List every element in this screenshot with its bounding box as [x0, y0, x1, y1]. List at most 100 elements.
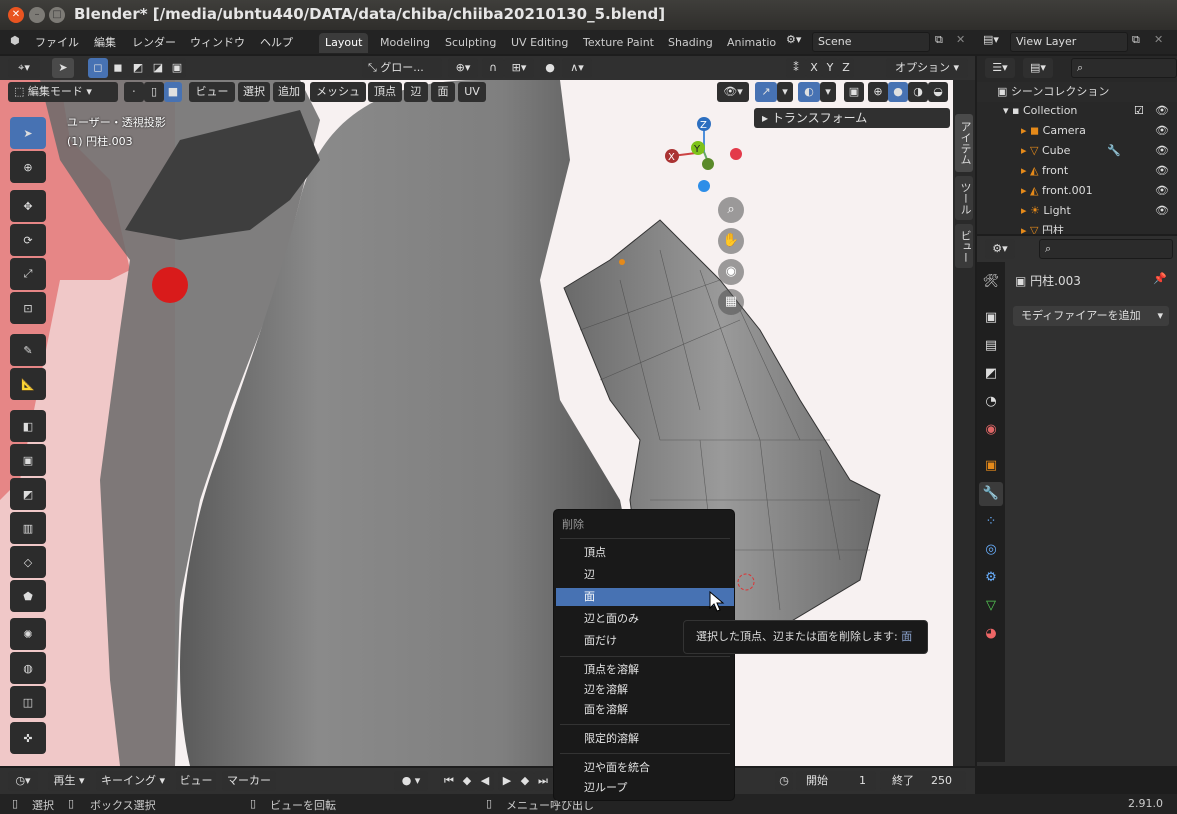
minimize-window-button[interactable]: – — [29, 7, 45, 23]
overlay-toggle-icon[interactable]: ◐ — [798, 82, 820, 102]
menu-add[interactable]: 追加 — [273, 82, 305, 102]
delete-vertices-item[interactable]: 頂点 — [556, 544, 734, 562]
edge-slide-tool-icon[interactable]: ◫ — [10, 686, 46, 718]
edge-loops-item[interactable]: 辺ループ — [556, 779, 734, 797]
outliner-item-light[interactable]: ▸ ☀ Light 👁 — [977, 201, 1177, 221]
proportional-edit-icon[interactable]: ● — [540, 58, 560, 78]
bevel-tool-icon[interactable]: ◩ — [10, 478, 46, 510]
select-mode-invert-icon[interactable]: ◪ — [148, 58, 168, 78]
next-keyframe-icon[interactable]: ◆ — [516, 771, 534, 791]
snap-icon[interactable]: ∩ — [482, 58, 504, 78]
menu-vertex[interactable]: 頂点 — [368, 82, 402, 102]
tab-animation[interactable]: Animatio — [721, 33, 782, 53]
menu-help[interactable]: ヘルプ — [260, 34, 293, 50]
world-tab-icon[interactable]: ◉ — [979, 418, 1003, 442]
select-mode-extend-icon[interactable]: ◼ — [108, 58, 128, 78]
wireframe-shading-icon[interactable]: ⊕ — [868, 82, 888, 102]
gizmo-dropdown-icon[interactable]: ▾ — [777, 82, 793, 102]
scene-icon[interactable]: ⚙▾ — [786, 33, 801, 46]
play-reverse-icon[interactable]: ◀ — [476, 771, 494, 791]
outliner-item-cube[interactable]: ▸ ▽ Cube 🔧 👁 — [977, 141, 1177, 161]
mirror-x-toggle[interactable]: X — [806, 58, 822, 78]
menu-edit[interactable]: 編集 — [94, 34, 116, 50]
view-layer-field[interactable]: View Layer — [1010, 32, 1128, 52]
mirror-z-toggle[interactable]: Z — [838, 58, 854, 78]
eye-icon[interactable]: 👁 — [1155, 141, 1169, 161]
material-shading-icon[interactable]: ◑ — [908, 82, 928, 102]
start-frame-field[interactable]: 開始 1 — [796, 771, 876, 791]
select-mode-new-icon[interactable]: ◻ — [88, 58, 108, 78]
3d-viewport[interactable]: ユーザー・透視投影 (1) 円柱.003 Z X Y ⌕ ✋ ◉ ▦ — [0, 80, 953, 766]
tab-uv-editing[interactable]: UV Editing — [505, 33, 574, 53]
tab-layout[interactable]: Layout — [319, 33, 369, 53]
menu-edge[interactable]: 辺 — [404, 82, 428, 102]
remove-scene-icon[interactable]: ✕ — [956, 33, 965, 46]
select-box-tool-icon[interactable]: ➤ — [10, 117, 46, 149]
knife-tool-icon[interactable]: ◇ — [10, 546, 46, 578]
copy-scene-icon[interactable]: ⧉ — [935, 33, 943, 47]
outliner-editor-type-icon[interactable]: ☰▾ — [985, 58, 1015, 78]
eye-icon[interactable]: 👁 — [1155, 101, 1169, 121]
scene-name-field[interactable]: Scene — [812, 32, 930, 52]
material-tab-icon[interactable]: ◕ — [979, 622, 1003, 646]
output-tab-icon[interactable]: ▤ — [979, 334, 1003, 358]
annotate-tool-icon[interactable]: ✎ — [10, 334, 46, 366]
solid-shading-icon[interactable]: ● — [888, 82, 908, 102]
select-mode-subtract-icon[interactable]: ◩ — [128, 58, 148, 78]
transform-pivot-icon[interactable]: ⌖▾ — [8, 58, 40, 78]
particles-tab-icon[interactable]: ⁘ — [979, 510, 1003, 534]
keying-menu[interactable]: キーイング ▾ — [96, 771, 170, 791]
transform-tool-icon[interactable]: ⊡ — [10, 292, 46, 324]
collection-checkbox[interactable]: ☑ — [1134, 101, 1144, 121]
outliner-item-cylinder[interactable]: ▸ ▽ 円柱 — [977, 221, 1177, 234]
data-tab-icon[interactable]: ▽ — [979, 594, 1003, 618]
add-modifier-button[interactable]: モディファイアーを追加 ▾ — [1013, 306, 1169, 326]
render-tab-icon[interactable]: ▣ — [979, 306, 1003, 330]
jump-start-icon[interactable]: ⏮ — [440, 771, 458, 791]
camera-view-icon[interactable]: ◉ — [718, 259, 744, 285]
spin-tool-icon[interactable]: ✺ — [10, 618, 46, 650]
menu-uv[interactable]: UV — [458, 82, 486, 102]
modifier-tab-icon[interactable]: 🔧 — [979, 482, 1003, 506]
scene-tab-icon[interactable]: ◔ — [979, 390, 1003, 414]
gizmo-neg-z[interactable] — [698, 180, 710, 192]
vertex-select-icon[interactable]: ⋅ — [124, 82, 144, 102]
outliner-item-front001[interactable]: ▸ ◭ front.001 👁 — [977, 181, 1177, 201]
delete-faces-item[interactable]: 面 — [556, 588, 734, 606]
eye-icon[interactable]: 👁 — [1155, 201, 1169, 221]
collection-row[interactable]: ▾ ▪ Collection ☑ 👁 — [977, 101, 1177, 121]
dissolve-edges-item[interactable]: 辺を溶解 — [556, 681, 734, 699]
remove-view-layer-icon[interactable]: ✕ — [1154, 33, 1163, 46]
pan-hand-icon[interactable]: ✋ — [718, 228, 744, 254]
dissolve-vertices-item[interactable]: 頂点を溶解 — [556, 661, 734, 679]
copy-view-layer-icon[interactable]: ⧉ — [1132, 33, 1140, 47]
measure-tool-icon[interactable]: 📐 — [10, 368, 46, 400]
rendered-shading-icon[interactable]: ◒ — [928, 82, 948, 102]
face-select-icon[interactable]: ■ — [164, 82, 182, 102]
blender-logo-icon[interactable]: ⬢ — [10, 34, 20, 47]
dissolve-faces-item[interactable]: 面を溶解 — [556, 701, 734, 719]
object-tab-icon[interactable]: ▣ — [979, 454, 1003, 478]
gizmo-toggle-icon[interactable]: ↗ — [755, 82, 777, 102]
shrink-fatten-tool-icon[interactable]: ✜ — [10, 722, 46, 754]
mode-dropdown[interactable]: ⬚ 編集モード ▾ — [8, 82, 118, 102]
navigation-gizmo[interactable]: Z X Y — [660, 116, 750, 196]
prev-keyframe-icon[interactable]: ◆ — [458, 771, 476, 791]
playback-menu[interactable]: 再生 ▾ — [48, 771, 90, 791]
auto-keying-icon[interactable]: ● ▾ — [394, 771, 428, 791]
zoom-icon[interactable]: ⌕ — [718, 197, 744, 223]
end-frame-field[interactable]: 終了 250 — [880, 771, 966, 791]
outliner-search-input[interactable]: ⌕ — [1071, 58, 1177, 78]
move-tool-icon[interactable]: ✥ — [10, 190, 46, 222]
tab-sculpting[interactable]: Sculpting — [439, 33, 502, 53]
rotate-tool-icon[interactable]: ⟳ — [10, 224, 46, 256]
preview-range-icon[interactable]: ◷ — [775, 771, 793, 791]
ortho-grid-icon[interactable]: ▦ — [718, 289, 744, 315]
falloff-icon[interactable]: ∧▾ — [562, 58, 592, 78]
loop-cut-tool-icon[interactable]: ▥ — [10, 512, 46, 544]
display-mode-icon[interactable]: ▤▾ — [1023, 58, 1053, 78]
mirror-icon[interactable]: ⁑ — [786, 58, 806, 78]
outliner-item-front[interactable]: ▸ ◭ front 👁 — [977, 161, 1177, 181]
edge-select-icon[interactable]: ▯ — [144, 82, 164, 102]
tab-texture-paint[interactable]: Texture Paint — [577, 33, 660, 53]
